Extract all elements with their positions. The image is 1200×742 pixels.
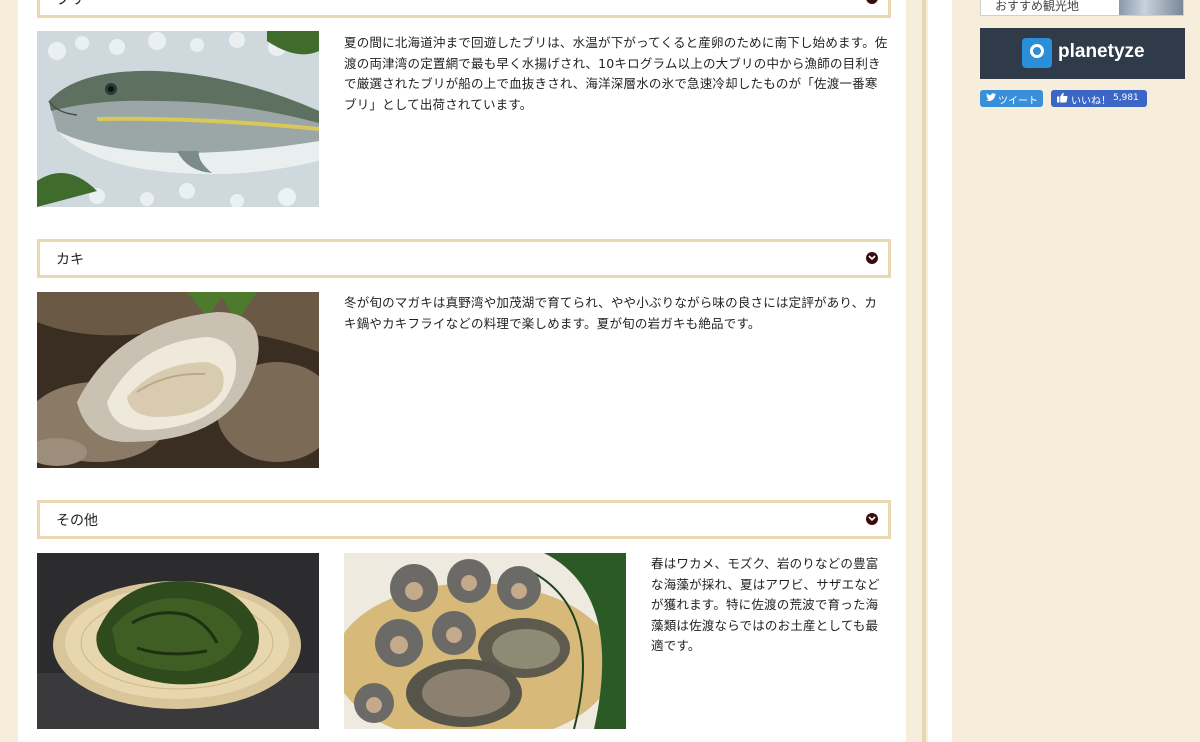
planetyze-label: planetyze [1058, 41, 1145, 62]
chevron-down-icon[interactable] [866, 0, 878, 4]
accordion-header-buri[interactable]: ブリ [37, 0, 891, 18]
planetyze-banner[interactable]: planetyze [980, 28, 1185, 79]
accordion-title: その他 [56, 513, 98, 529]
map-pin-icon [1022, 38, 1052, 68]
sazae-awabi-photo [344, 553, 626, 729]
recommend-label: おすすめ観光地 [995, 0, 1080, 13]
recommend-thumbnail [1119, 0, 1183, 15]
recommend-banner[interactable]: おすすめ観光地 [980, 0, 1184, 16]
accordion-title: カキ [56, 252, 84, 268]
sonota-description: 春はワカメ、モズク、岩のりなどの豊富な海藻が採れ、夏はアワビ、サザエなどが獲れま… [651, 556, 880, 653]
buri-photo [37, 31, 319, 207]
sidebar-gutter [928, 0, 952, 742]
like-button[interactable]: いいね！ 5,981 [1051, 90, 1147, 107]
chevron-down-icon[interactable] [866, 513, 878, 525]
accordion-header-kaki[interactable]: カキ [37, 239, 891, 278]
kaki-description: 冬が旬のマガキは真野湾や加茂湖で育てられ、やや小ぶりながら味の良さには定評があり… [344, 295, 878, 331]
thumbs-up-icon [1057, 92, 1068, 106]
accordion-header-sonota[interactable]: その他 [37, 500, 891, 539]
accordion-title: ブリ [56, 0, 84, 8]
twitter-bird-icon [986, 93, 996, 105]
wakame-photo [37, 553, 319, 729]
like-label: いいね！ [1071, 96, 1111, 107]
buri-description: 夏の間に北海道沖まで回遊したブリは、水温が下がってくると産卵のために南下し始めま… [344, 35, 888, 112]
kaki-photo [37, 292, 319, 468]
chevron-down-icon[interactable] [866, 252, 878, 264]
tweet-button[interactable]: ツイート [980, 90, 1043, 107]
content-border [906, 0, 928, 742]
tweet-label: ツイート [998, 96, 1038, 107]
like-count: 5,981 [1113, 93, 1139, 103]
